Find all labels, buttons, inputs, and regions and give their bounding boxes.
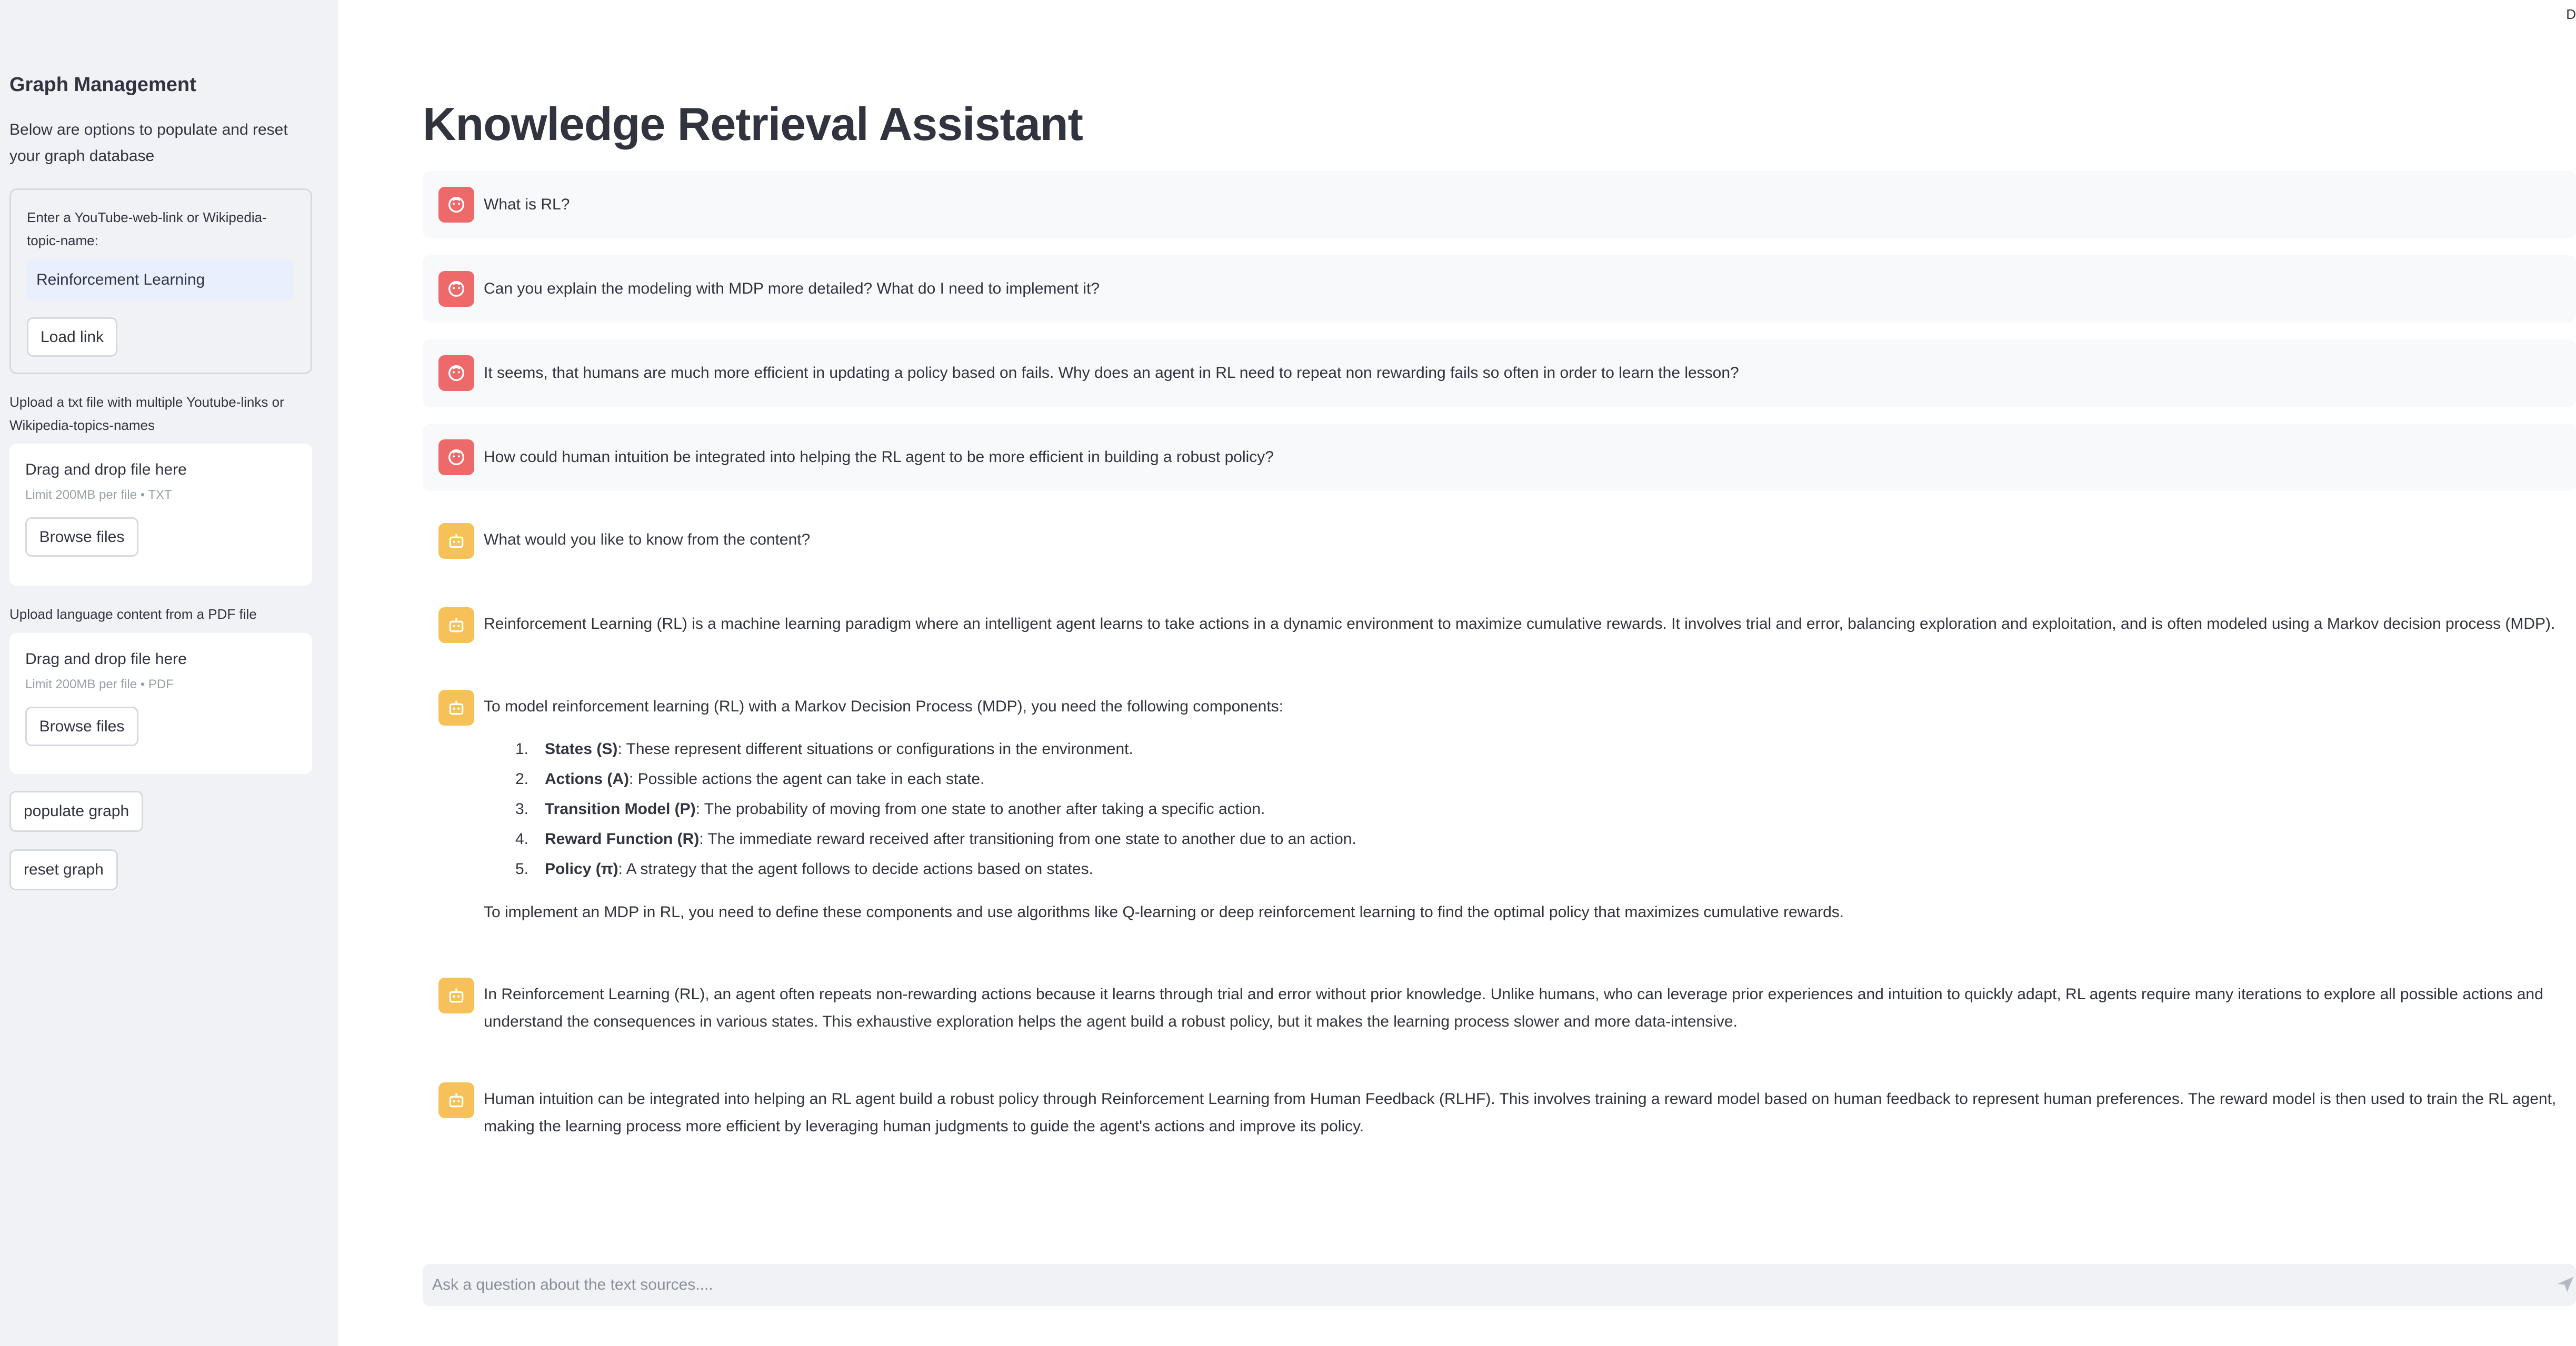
sidebar-title: Graph Management <box>9 74 196 96</box>
link-input[interactable] <box>27 259 293 300</box>
reset-graph-button[interactable]: reset graph <box>9 849 118 890</box>
user-avatar-icon <box>438 439 474 475</box>
populate-graph-button[interactable]: populate graph <box>9 791 144 832</box>
assistant-message-text: In Reinforcement Learning (RL), an agent… <box>484 986 2543 1030</box>
user-avatar-icon <box>438 271 474 307</box>
user-message: Can you explain the modeling with MDP mo… <box>423 255 2576 323</box>
pdf-dropzone-text: Drag and drop file here <box>25 650 187 668</box>
pdf-upload-label: Upload language content from a PDF file <box>9 606 257 622</box>
user-message: How could human intuition be integrated … <box>423 424 2576 491</box>
top-right-menu[interactable]: D <box>2566 6 2576 23</box>
robot-icon <box>438 690 474 726</box>
mdp-outro: To implement an MDP in RL, you need to d… <box>484 903 1844 921</box>
sidebar: Graph Management Below are options to po… <box>0 0 338 1346</box>
txt-dropzone[interactable]: Drag and drop file here Limit 200MB per … <box>9 444 312 586</box>
list-item: 5. Policy (π): A strategy that the agent … <box>515 860 1093 878</box>
assistant-message-text: Human intuition can be integrated into h… <box>484 1090 2557 1135</box>
pdf-dropzone[interactable]: Drag and drop file here Limit 200MB per … <box>9 633 312 774</box>
link-form: Enter a YouTube-web-link or Wikipedia-to… <box>9 188 312 374</box>
txt-dropzone-text: Drag and drop file here <box>25 461 187 478</box>
user-message: It seems, that humans are much more effi… <box>423 339 2576 407</box>
mdp-intro: To model reinforcement learning (RL) wit… <box>484 698 1283 715</box>
robot-icon <box>438 1082 474 1118</box>
user-message-text: It seems, that humans are much more effi… <box>484 364 1739 381</box>
user-message-text: Can you explain the modeling with MDP mo… <box>484 280 1100 297</box>
list-item: 1. States (S): These represent different … <box>515 740 1133 758</box>
chat-input[interactable] <box>423 1264 2576 1306</box>
pdf-browse-button[interactable]: Browse files <box>25 707 138 746</box>
user-avatar-icon <box>438 187 474 223</box>
txt-upload-label: Upload a txt file with multiple Youtube-… <box>9 394 284 433</box>
robot-icon <box>438 523 474 559</box>
user-message-text: How could human intuition be integrated … <box>484 448 1274 466</box>
assistant-message: What would you like to know from the con… <box>423 523 2576 559</box>
sidebar-description: Below are options to populate and reset … <box>9 121 288 165</box>
main-content: D Knowledge Retrieval Assistant What is … <box>338 0 2576 1346</box>
app-window: Graph Management Below are options to po… <box>0 0 2576 1346</box>
user-avatar-icon <box>438 355 474 391</box>
send-icon[interactable] <box>2555 1273 2576 1294</box>
page-title: Knowledge Retrieval Assistant <box>423 98 1083 150</box>
list-item: 2. Actions (A): Possible actions the agen… <box>515 770 985 788</box>
assistant-message-text: Reinforcement Learning (RL) is a machine… <box>484 615 2555 632</box>
link-input-label: Enter a YouTube-web-link or Wikipedia-to… <box>27 209 267 248</box>
assistant-message: To model reinforcement learning (RL) wit… <box>423 690 2576 926</box>
list-item: 4. Reward Function (R): The immediate rew… <box>515 830 1356 848</box>
assistant-message-body: To model reinforcement learning (RL) wit… <box>484 690 1844 926</box>
txt-dropzone-limit: Limit 200MB per file • TXT <box>25 488 172 502</box>
pdf-dropzone-limit: Limit 200MB per file • PDF <box>25 677 174 691</box>
assistant-message: In Reinforcement Learning (RL), an agent… <box>423 978 2576 1036</box>
assistant-message-text: What would you like to know from the con… <box>484 531 811 548</box>
assistant-message: Reinforcement Learning (RL) is a machine… <box>423 607 2576 643</box>
user-message-text: What is RL? <box>484 196 570 213</box>
assistant-message: Human intuition can be integrated into h… <box>423 1082 2576 1140</box>
list-item: 3. Transition Model (P): The probability … <box>515 800 1265 818</box>
user-message: What is RL? <box>423 171 2576 238</box>
load-link-button[interactable]: Load link <box>27 317 117 357</box>
robot-icon <box>438 607 474 643</box>
mdp-components-list: 1. States (S): These represent different … <box>515 734 1844 884</box>
txt-browse-button[interactable]: Browse files <box>25 517 138 557</box>
robot-icon <box>438 978 474 1013</box>
